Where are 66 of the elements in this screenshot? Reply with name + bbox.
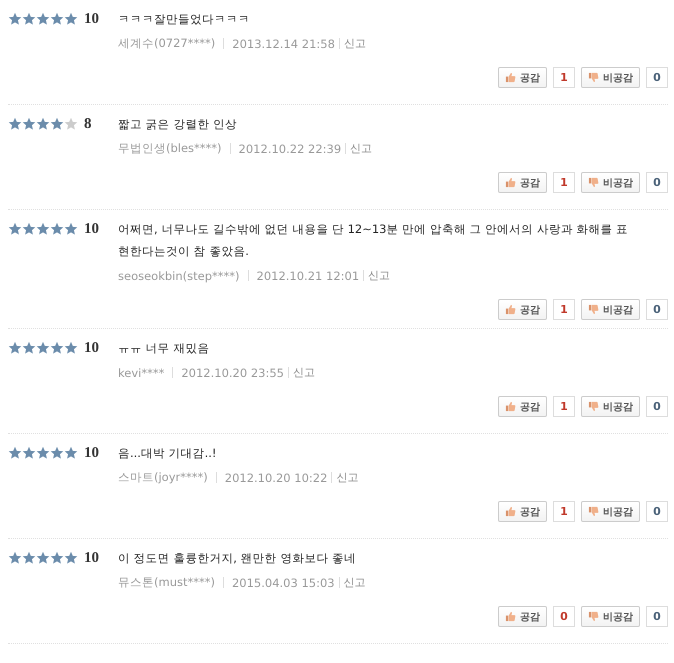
review-date: 2012.10.20 23:55: [181, 366, 284, 380]
rating-score: 10: [84, 445, 99, 461]
report-link[interactable]: 신고: [336, 470, 358, 485]
like-count: 1: [553, 172, 575, 193]
review-text: 어쩌면, 너무나도 길수밖에 없던 내용을 단 12~13분 만에 압축해 그 안에서의 사랑과 화해를 표현한다는것이 참 좋았음.: [118, 221, 630, 260]
dislike-button[interactable]: 비공감: [581, 299, 640, 320]
dislike-button[interactable]: 비공감: [581, 172, 640, 193]
thumbs-down-icon: [588, 304, 599, 315]
review-date: 2012.10.20 10:22: [224, 470, 328, 484]
like-count: 1: [553, 501, 575, 522]
dislike-count: 0: [646, 501, 668, 522]
dislike-count: 0: [646, 396, 668, 417]
report-link[interactable]: 신고: [292, 365, 315, 380]
review-text: ㅋㅋㅋ잘만들었다ㅋㅋㅋ: [118, 11, 251, 28]
report-link[interactable]: 신고: [344, 36, 366, 51]
review-text: 짧고 굵은 강렬한 인상: [118, 116, 238, 133]
thumbs-up-icon: [505, 401, 516, 412]
review-date: 2012.10.22 22:39: [238, 142, 342, 156]
thumbs-down-icon: [588, 401, 599, 412]
thumbs-up-icon: [505, 611, 516, 622]
like-button[interactable]: 공감: [498, 67, 547, 88]
dislike-button[interactable]: 비공감: [581, 396, 640, 417]
review-text: 음...대박 기대감..!: [118, 445, 218, 462]
like-count: 1: [553, 396, 575, 417]
dislike-button[interactable]: 비공감: [581, 501, 640, 522]
review-date: 2012.10.21 12:01: [256, 268, 360, 282]
dislike-button[interactable]: 비공감: [581, 606, 640, 627]
review-date: 2015.04.03 15:03: [232, 576, 335, 590]
author-name: 무법인생(bles****): [118, 141, 222, 156]
like-button[interactable]: 공감: [498, 501, 547, 522]
thumbs-down-icon: [588, 506, 599, 517]
dislike-count: 0: [646, 172, 668, 193]
thumbs-up-icon: [505, 506, 516, 517]
like-count: 1: [553, 67, 575, 88]
author-name: kevi****: [118, 366, 164, 380]
rating-score: 10: [84, 221, 99, 237]
report-link[interactable]: 신고: [350, 141, 372, 156]
review-date: 2013.12.14 21:58: [232, 36, 335, 50]
author-name: 세계수(0727****): [118, 36, 216, 51]
rating-score: 10: [84, 550, 99, 566]
thumbs-up-icon: [505, 72, 516, 83]
rating-score: 10: [84, 340, 99, 356]
report-link[interactable]: 신고: [344, 575, 366, 590]
thumbs-down-icon: [588, 72, 599, 83]
dislike-count: 0: [646, 606, 668, 627]
like-button[interactable]: 공감: [498, 299, 547, 320]
dislike-count: 0: [646, 67, 668, 88]
dislike-button[interactable]: 비공감: [581, 67, 640, 88]
like-button[interactable]: 공감: [498, 606, 547, 627]
like-button[interactable]: 공감: [498, 172, 547, 193]
like-count: 0: [553, 606, 575, 627]
report-link[interactable]: 신고: [368, 268, 390, 283]
thumbs-down-icon: [588, 177, 599, 188]
rating-score: 10: [84, 11, 99, 27]
author-name: 뮤스톤(must****): [118, 575, 215, 590]
thumbs-down-icon: [588, 611, 599, 622]
review-text: 이 정도면 훌륭한거지, 왠만한 영화보다 좋네: [118, 550, 357, 567]
author-name: seoseokbin(step****): [118, 268, 240, 282]
like-count: 1: [553, 299, 575, 320]
review-text: ㅠㅠ 너무 재밌음: [118, 340, 210, 357]
author-name: 스마트(joyr****): [118, 470, 208, 485]
thumbs-up-icon: [505, 177, 516, 188]
dislike-count: 0: [646, 299, 668, 320]
rating-score: 8: [84, 116, 92, 132]
thumbs-up-icon: [505, 304, 516, 315]
like-button[interactable]: 공감: [498, 396, 547, 417]
